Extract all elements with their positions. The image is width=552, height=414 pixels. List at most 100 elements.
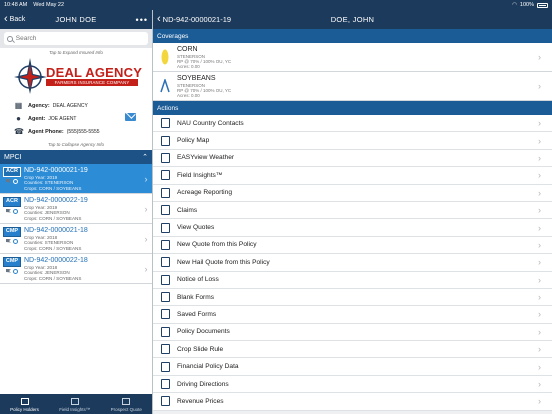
action-label: View Quotes — [177, 224, 215, 232]
coverage-row[interactable]: SOYBEANS STENERSON RP @ 70% / 100% OU, YC A… — [153, 72, 552, 101]
coverage-detail: Acres: 0.00 — [177, 63, 200, 69]
more-options-button[interactable]: ••• — [136, 15, 148, 25]
mail-icon[interactable] — [125, 113, 136, 121]
coverage-detail: Acres: 0.00 — [177, 92, 200, 98]
policy-text: ND-942-0000021-18 Crop Year: 2018 Counties… — [24, 224, 140, 253]
coverage-row[interactable]: CORN STENERSON RP @ 70% / 100% OU, YC Acres… — [153, 43, 552, 72]
financial-icon — [153, 361, 177, 372]
back-button[interactable]: ‹ Back — [4, 14, 25, 25]
policy-list: ACR ND-942-0000021-19 Crop Year: 2019 Count… — [0, 164, 152, 284]
action-label: Policy Map — [177, 137, 210, 145]
action-saved-forms[interactable]: Saved Forms › — [153, 306, 552, 324]
action-map[interactable]: Policy Map › — [153, 132, 552, 150]
chevron-right-icon: › — [538, 344, 541, 355]
claims-icon — [153, 205, 177, 216]
policy-detail: Crops: CORN / SOYBEANS — [24, 215, 82, 221]
policy-badge: CMP — [0, 254, 24, 283]
action-forms[interactable]: Blank Forms › — [153, 288, 552, 307]
chevron-right-icon: › — [538, 379, 541, 390]
collapse-agency-hint[interactable]: Tap to Collapse Agency Info — [0, 141, 152, 150]
chevron-right-icon: › — [538, 135, 541, 146]
search-icon — [7, 35, 13, 42]
chevron-right-icon: › — [538, 396, 541, 407]
policy-type-badge: CMP — [2, 257, 22, 267]
person-icon: ● — [16, 114, 21, 123]
action-label: Acreage Reporting — [177, 189, 232, 197]
action-financial[interactable]: Financial Policy Data › — [153, 358, 552, 376]
chevron-right-icon: › — [538, 292, 541, 303]
policy-row[interactable]: CMP ND-942-0000021-18 Crop Year: 2018 Count… — [0, 224, 152, 254]
field-insights-icon — [70, 398, 79, 405]
new-quote-icon — [153, 239, 177, 250]
action-label: Field Insights™ — [177, 171, 223, 179]
agent-phone-label: Agent Phone: — [28, 128, 64, 135]
mpci-section-header[interactable]: MPCI ⌃ — [0, 150, 152, 164]
agent-phone-value[interactable]: (555)555-5555 — [67, 129, 100, 135]
expand-insured-hint[interactable]: Tap to Expand Insured Info — [0, 48, 152, 57]
action-field[interactable]: Field Insights™ › — [153, 167, 552, 185]
app: 10:48 AM Wed May 22 ◠ 100% ‹ Back JOHN D… — [0, 0, 552, 414]
chevron-right-icon: › — [144, 263, 148, 274]
policy-row[interactable]: ACR ND-942-0000021-19 Crop Year: 2019 Count… — [0, 164, 152, 194]
action-documents[interactable]: Policy Documents › — [153, 323, 552, 342]
coverage-text: SOYBEANS STENERSON RP @ 70% / 100% OU, YC A… — [177, 75, 538, 98]
tab-label: Field Insights™ — [59, 407, 91, 412]
chevron-right-icon: › — [538, 326, 541, 337]
policy-number: ND-942-0000022-19 — [24, 197, 88, 204]
flag-icon — [6, 208, 11, 213]
chevron-right-icon: › — [538, 257, 541, 268]
forms-icon — [153, 292, 177, 303]
action-acreage[interactable]: Acreage Reporting › — [153, 184, 552, 202]
directions-icon — [153, 379, 177, 390]
corn-icon — [153, 49, 177, 65]
agent-label: Agent: — [28, 115, 46, 122]
search-field[interactable] — [4, 32, 148, 45]
policy-status-icons — [6, 208, 18, 214]
status-date: Wed May 22 — [33, 2, 65, 8]
policy-badge: ACR — [0, 194, 24, 223]
building-icon: ▦ — [14, 101, 23, 110]
search-input[interactable] — [15, 35, 145, 42]
action-new-quote[interactable]: New Quote from this Policy › — [153, 236, 552, 255]
action-directions[interactable]: Driving Directions › — [153, 375, 552, 394]
tab-prospect-quote[interactable]: Prospect Quote — [111, 398, 142, 412]
action-notice[interactable]: Notice of Loss › — [153, 271, 552, 289]
policy-detail-pane: ‹ ND-942-0000021-19 DOE, JOHN Coverages … — [153, 10, 552, 414]
agency-info: ▦ Agency: DEAL AGENCY ● Agent: JOE AGENT… — [0, 97, 152, 141]
chevron-left-icon: ‹ — [157, 13, 161, 25]
action-quotes[interactable]: View Quotes › — [153, 219, 552, 237]
action-contacts[interactable]: NAU Country Contacts › — [153, 115, 552, 133]
coverage-text: CORN STENERSON RP @ 70% / 100% OU, YC Acres… — [177, 46, 538, 69]
actions-header: Actions — [153, 101, 552, 115]
agent-phone-row[interactable]: ☎ Agent Phone: (555)555-5555 — [14, 125, 152, 138]
policy-row[interactable]: CMP ND-942-0000022-18 Crop Year: 2018 Count… — [0, 254, 152, 284]
policy-number: ND-942-0000021-18 — [24, 227, 88, 234]
tab-field-insights[interactable]: Field Insights™ — [59, 398, 90, 412]
slide-rule-icon — [153, 344, 177, 355]
acreage-icon — [153, 187, 177, 198]
battery-percent: 100% — [519, 2, 534, 8]
tab-bar: Policy Holders Field Insights™ Prospect … — [0, 394, 152, 414]
weather-icon — [153, 152, 177, 163]
action-revenue[interactable]: Revenue Prices › — [153, 393, 552, 411]
left-nav-bar: ‹ Back JOHN DOE ••• — [0, 10, 152, 29]
agency-logo-subtitle: FARMERS INSURANCE COMPANY — [46, 79, 138, 86]
action-slide-rule[interactable]: Crop Slide Rule › — [153, 341, 552, 359]
tab-policy-holders[interactable]: Policy Holders — [10, 398, 39, 412]
action-weather[interactable]: EASYview Weather › — [153, 149, 552, 168]
status-dot-icon — [13, 178, 18, 184]
chevron-right-icon: › — [144, 203, 148, 214]
policy-back-button[interactable]: ‹ ND-942-0000021-19 — [157, 14, 231, 25]
policy-status-icons — [6, 268, 18, 274]
tab-label: Policy Holders — [10, 407, 39, 412]
notice-icon — [153, 274, 177, 285]
action-hail-quote[interactable]: New Hail Quote from this Policy › — [153, 254, 552, 272]
chevron-up-icon: ⌃ — [142, 154, 148, 161]
policy-row[interactable]: ACR ND-942-0000022-19 Crop Year: 2019 Count… — [0, 194, 152, 224]
chevron-right-icon: › — [538, 52, 541, 62]
action-label: EASYview Weather — [177, 154, 235, 162]
action-label: Crop Slide Rule — [177, 345, 224, 353]
action-claims[interactable]: Claims › — [153, 201, 552, 220]
status-bar: 10:48 AM Wed May 22 ◠ 100% — [0, 0, 552, 10]
chevron-right-icon: › — [538, 274, 541, 285]
